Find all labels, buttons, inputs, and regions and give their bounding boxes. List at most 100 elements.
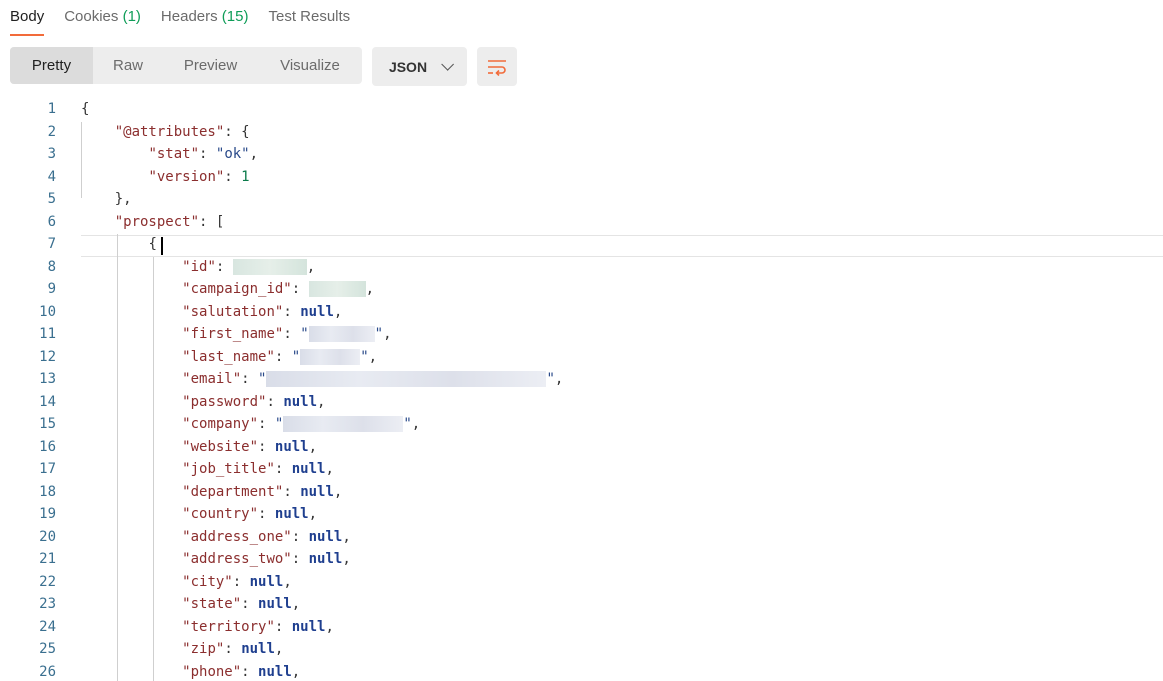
line-number: 23 bbox=[39, 596, 56, 612]
line-number: 6 bbox=[47, 213, 56, 230]
code-text: { bbox=[81, 101, 90, 117]
line-number: 17 bbox=[39, 461, 56, 477]
line-number: 12 bbox=[39, 348, 56, 365]
line-number: 19 bbox=[39, 506, 56, 522]
response-tabs: Body Cookies (1) Headers (15) Test Resul… bbox=[10, 0, 370, 40]
line-number: 10 bbox=[39, 303, 56, 320]
code-text: "company": " ", bbox=[182, 416, 421, 432]
line-number: 8 bbox=[47, 258, 56, 275]
code-line: 3 "stat": "ok", bbox=[0, 143, 1163, 166]
code-line: 4 "version": 1 bbox=[0, 166, 1163, 189]
tab-headers[interactable]: Headers (15) bbox=[161, 0, 249, 36]
wrap-lines-button[interactable] bbox=[477, 47, 517, 86]
headers-count: (15) bbox=[221, 8, 249, 25]
line-number: 1 bbox=[47, 101, 56, 117]
code-text: "address_one": null, bbox=[182, 528, 351, 545]
tab-headers-label: Headers bbox=[160, 8, 218, 25]
line-number: 11 bbox=[39, 326, 56, 342]
line-number: 26 bbox=[39, 663, 56, 680]
pretty-button[interactable]: Pretty bbox=[10, 47, 93, 84]
line-number: 20 bbox=[39, 528, 56, 545]
code-text: "version": 1 bbox=[148, 168, 250, 185]
code-text: "website": null, bbox=[182, 438, 318, 455]
code-text: "email": " ", bbox=[182, 371, 564, 387]
line-number: 15 bbox=[39, 416, 56, 432]
code-line: 20 "address_one": null, bbox=[0, 526, 1163, 549]
redacted-value bbox=[308, 326, 375, 342]
chevron-down-icon bbox=[441, 58, 455, 71]
code-line: 6 "prospect": [ bbox=[0, 211, 1163, 234]
line-number: 2 bbox=[47, 123, 56, 140]
tab-cookies[interactable]: Cookies (1) bbox=[64, 0, 141, 36]
code-line: 11 "first_name": " ", bbox=[0, 323, 1163, 346]
line-number: 7 bbox=[47, 236, 56, 252]
code-line: 26 "phone": null, bbox=[0, 661, 1163, 681]
redacted-value bbox=[283, 416, 404, 432]
code-text: "zip": null, bbox=[182, 641, 284, 657]
format-dropdown-value: JSON bbox=[388, 58, 428, 75]
code-line: 24 "territory": null, bbox=[0, 616, 1163, 639]
code-text: "stat": "ok", bbox=[148, 146, 259, 162]
code-line: 16 "website": null, bbox=[0, 436, 1163, 459]
code-line: 19 "country": null, bbox=[0, 503, 1163, 526]
code-line: 17 "job_title": null, bbox=[0, 458, 1163, 481]
line-number: 14 bbox=[39, 393, 56, 410]
line-number: 25 bbox=[39, 641, 56, 657]
response-body-editor[interactable]: 1{ 2 "@attributes": { 3 "stat": "ok", 4 … bbox=[0, 98, 1163, 681]
code-line: 8 "id": , bbox=[0, 256, 1163, 279]
code-text: "country": null, bbox=[182, 506, 318, 522]
code-line: 1{ bbox=[0, 98, 1163, 121]
line-number: 3 bbox=[47, 146, 56, 162]
tab-test-results-label: Test Results bbox=[268, 8, 351, 25]
redacted-value bbox=[266, 371, 547, 387]
code-line: 13 "email": " ", bbox=[0, 368, 1163, 391]
code-text: "password": null, bbox=[182, 393, 326, 410]
code-text: "phone": null, bbox=[182, 663, 301, 680]
line-number: 22 bbox=[39, 573, 56, 590]
code-line: 5 }, bbox=[0, 188, 1163, 211]
line-number: 18 bbox=[39, 483, 56, 500]
code-text: "prospect": [ bbox=[114, 213, 225, 230]
code-text: { bbox=[148, 236, 157, 252]
code-line: 21 "address_two": null, bbox=[0, 548, 1163, 571]
line-number: 13 bbox=[39, 371, 56, 387]
wrap-lines-icon bbox=[488, 59, 506, 76]
code-text: "last_name": " ", bbox=[182, 348, 378, 365]
redacted-value bbox=[232, 258, 307, 275]
cookies-count: (1) bbox=[122, 8, 141, 25]
redacted-value bbox=[300, 348, 361, 365]
code-text: "address_two": null, bbox=[182, 551, 351, 567]
line-number: 24 bbox=[39, 618, 56, 635]
code-line: 7 { bbox=[0, 233, 1163, 256]
code-text: "city": null, bbox=[182, 573, 292, 590]
code-text: "state": null, bbox=[182, 596, 301, 612]
tab-body-label: Body bbox=[10, 8, 45, 25]
line-number: 9 bbox=[47, 281, 56, 297]
code-line: 2 "@attributes": { bbox=[0, 121, 1163, 144]
code-line: 14 "password": null, bbox=[0, 391, 1163, 414]
format-dropdown[interactable]: JSON bbox=[372, 47, 467, 86]
line-number: 5 bbox=[47, 191, 56, 207]
code-text: "job_title": null, bbox=[182, 461, 334, 477]
tab-body[interactable]: Body bbox=[10, 0, 45, 36]
code-text: "first_name": " ", bbox=[182, 326, 392, 342]
code-text: "salutation": null, bbox=[182, 303, 343, 320]
code-line: 23 "state": null, bbox=[0, 593, 1163, 616]
code-line: 10 "salutation": null, bbox=[0, 301, 1163, 324]
code-line: 22 "city": null, bbox=[0, 571, 1163, 594]
preview-button[interactable]: Preview bbox=[163, 47, 258, 84]
line-number: 21 bbox=[39, 551, 56, 567]
code-text: "department": null, bbox=[182, 483, 343, 500]
tab-test-results[interactable]: Test Results bbox=[268, 0, 350, 36]
tab-cookies-label: Cookies bbox=[64, 8, 119, 25]
code-text: "@attributes": { bbox=[114, 123, 250, 140]
raw-button[interactable]: Raw bbox=[93, 47, 163, 84]
code-text: "territory": null, bbox=[182, 618, 334, 635]
code-text: }, bbox=[114, 191, 132, 207]
code-line: 9 "campaign_id": , bbox=[0, 278, 1163, 301]
view-mode-selector: Pretty Raw Preview Visualize bbox=[10, 47, 362, 84]
code-line: 15 "company": " ", bbox=[0, 413, 1163, 436]
visualize-button[interactable]: Visualize bbox=[258, 47, 362, 84]
code-line: 12 "last_name": " ", bbox=[0, 346, 1163, 369]
code-text: "id": , bbox=[182, 258, 316, 275]
